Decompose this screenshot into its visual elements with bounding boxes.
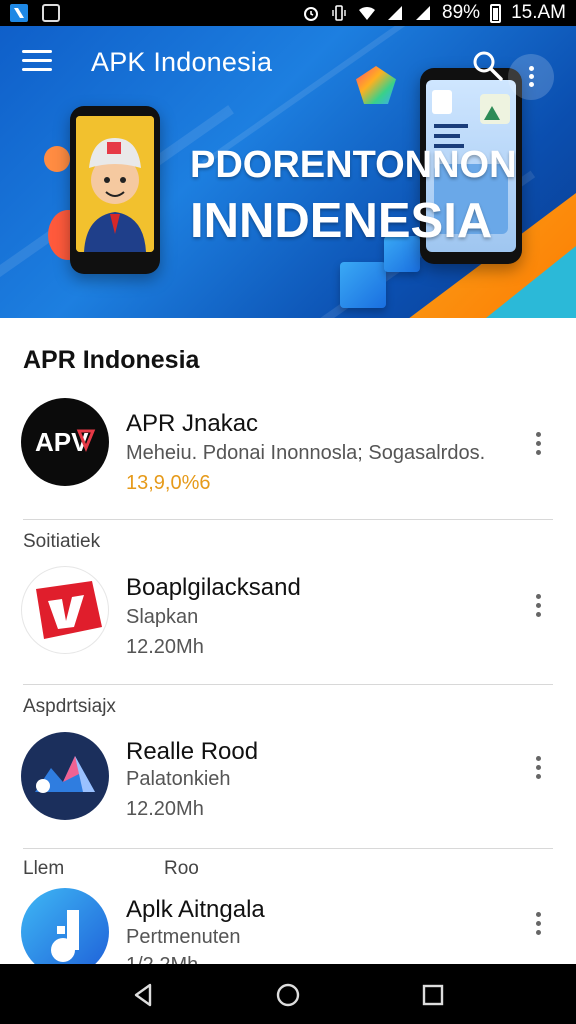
vibrate-icon: [332, 5, 346, 21]
notification-app-icon: [10, 4, 28, 22]
app-name: APR Jnakac: [126, 410, 259, 437]
signal-icon: [388, 6, 403, 20]
list-item[interactable]: Realle Rood Palatonkieh 12.20Mh: [0, 726, 576, 866]
list-item[interactable]: APV APR Jnakac Meheiu. Pdonai Inonnosla;…: [0, 390, 576, 530]
apv-logo-icon: APV: [21, 398, 109, 486]
music-note-logo-icon: [21, 888, 109, 964]
app-name: Aplk Aitngala: [126, 896, 265, 923]
app-name: Realle Rood: [126, 738, 259, 765]
app-size: 12.20Mh: [126, 798, 204, 820]
battery-percent: 89%: [442, 2, 481, 23]
app-name: Boaplgilacksand: [126, 574, 301, 601]
banner-headline-line1: PDORENTONNON: [190, 144, 517, 186]
banner-headline: PDORENTONNON INNDENESIA: [190, 144, 517, 249]
phone-illustration-left: [70, 106, 160, 274]
banner-headline-line2: INNDENESIA: [190, 194, 493, 248]
item-more-icon[interactable]: [528, 756, 548, 786]
overflow-menu-icon[interactable]: [508, 54, 554, 100]
recents-icon[interactable]: [418, 980, 448, 1010]
app-size: 1/2.2Mh: [126, 954, 198, 964]
alarm-icon: [304, 7, 319, 21]
divider: [23, 519, 553, 520]
battery-icon: [490, 3, 502, 23]
app-size: 12.20Mh: [126, 636, 204, 658]
group-label-right: Roo: [164, 858, 199, 879]
app-description: Slapkan: [126, 606, 199, 628]
item-more-icon[interactable]: [528, 432, 548, 462]
hamburger-menu-icon[interactable]: [22, 50, 52, 74]
group-label: Soitiatiek: [23, 531, 101, 552]
notification-gallery-icon: [42, 4, 60, 22]
item-more-icon[interactable]: [528, 594, 548, 624]
mountain-logo-icon: [21, 732, 109, 820]
group-label: Aspdrtsiajx: [23, 696, 116, 717]
mascot-illustration-icon: [76, 116, 154, 252]
wifi-icon: [359, 6, 376, 20]
clock: 15.AM: [511, 2, 566, 23]
system-nav-bar: [0, 964, 576, 1024]
app-description: Palatonkieh: [126, 768, 231, 790]
app-description: Meheiu. Pdonai Inonnosla; Sogasalrdos.: [126, 442, 486, 464]
list-item[interactable]: Aplk Aitngala Pertmenuten 1/2.2Mh: [0, 886, 576, 964]
app-description: Pertmenuten: [126, 926, 241, 948]
list-item[interactable]: Boaplgilacksand Slapkan 12.20Mh: [0, 562, 576, 702]
app-title: APK Indonesia: [91, 47, 273, 77]
search-icon[interactable]: [470, 48, 504, 82]
status-bar: 89% 15.AM: [0, 0, 576, 26]
group-label: Llem: [23, 858, 65, 879]
app-size: 13,9,0%6: [126, 472, 211, 494]
app-toolbar: APK Indonesia: [0, 26, 576, 100]
signal-2-icon: [416, 6, 431, 20]
decor-circle: [44, 146, 70, 172]
item-more-icon[interactable]: [528, 912, 548, 942]
divider: [23, 684, 553, 685]
header-banner: PDORENTONNON INNDENESIA APK Indonesia: [0, 26, 576, 318]
home-icon[interactable]: [273, 980, 303, 1010]
red-flag-logo-icon: [21, 566, 109, 654]
back-icon[interactable]: [128, 980, 158, 1010]
divider: [23, 848, 553, 849]
decor-cube: [340, 262, 386, 308]
section-title: APR Indonesia: [23, 346, 200, 374]
